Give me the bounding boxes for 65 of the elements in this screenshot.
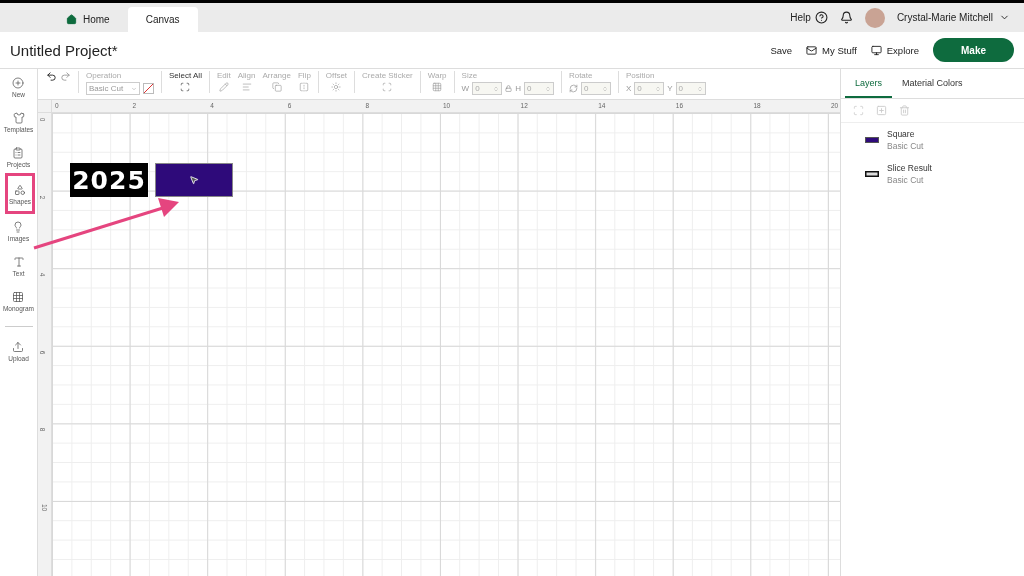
- design-object[interactable]: 2025: [70, 163, 148, 197]
- align-icon[interactable]: [241, 82, 252, 92]
- pencil-icon[interactable]: [218, 82, 229, 92]
- stepper-icon: [696, 85, 703, 92]
- color-swatch[interactable]: [143, 83, 154, 94]
- square-shape[interactable]: [155, 163, 233, 197]
- header-button[interactable]: My Stuff: [806, 44, 857, 56]
- user-menu[interactable]: Crystal-Marie Mitchell: [896, 12, 1010, 23]
- rotate-icon: [568, 84, 578, 93]
- cursor-icon: [189, 175, 199, 185]
- tool-label: Size: [461, 71, 479, 80]
- tool-label: Create Sticker: [362, 71, 413, 80]
- panel-tab[interactable]: Layers: [845, 69, 892, 98]
- nav-tab[interactable]: Home: [48, 7, 128, 32]
- avatar[interactable]: [864, 7, 885, 28]
- layer-operation: Basic Cut: [887, 141, 924, 151]
- tool-label: Flip: [297, 71, 311, 80]
- panel-tab[interactable]: Material Colors: [892, 69, 973, 98]
- tool-label: Rotate: [568, 71, 594, 80]
- help-link[interactable]: Help: [790, 11, 828, 24]
- header-button[interactable]: Explore: [870, 44, 919, 56]
- make-button[interactable]: Make: [933, 38, 1014, 62]
- project-title: Untitled Project*: [10, 41, 118, 59]
- stepper-icon: [493, 85, 500, 92]
- help-icon: [814, 11, 828, 24]
- tool-label: Position: [625, 71, 656, 80]
- shirt-icon: [12, 112, 25, 124]
- undo-icon[interactable]: [46, 71, 57, 82]
- clipboard-icon: [12, 147, 25, 159]
- upload-icon: [12, 341, 25, 353]
- trash-icon[interactable]: [899, 105, 910, 116]
- lock-icon[interactable]: [505, 85, 513, 92]
- layer-name: Square: [887, 129, 916, 139]
- caret-icon: [131, 85, 137, 92]
- tool-label: Arrange: [262, 71, 291, 80]
- nav-tab[interactable]: Canvas: [127, 7, 198, 32]
- mail-icon: [806, 44, 818, 56]
- layer-thumbnail: [865, 171, 879, 177]
- axis-label: W: [461, 84, 470, 93]
- stepper-icon: [655, 85, 662, 92]
- axis-label: X: [625, 84, 632, 93]
- text-icon: [12, 256, 25, 268]
- tool-label: Align: [237, 71, 256, 80]
- offset-icon[interactable]: [331, 82, 342, 92]
- house-icon: [66, 14, 77, 25]
- flip-icon[interactable]: [299, 82, 310, 92]
- tool-label: Edit: [216, 71, 231, 80]
- tool-label: Select All: [169, 71, 202, 80]
- arrange-icon[interactable]: [271, 82, 282, 92]
- tool-label: Operation: [86, 71, 123, 80]
- duplicate-icon[interactable]: [876, 105, 887, 116]
- stepper-icon: [601, 85, 608, 92]
- layer-operation: Basic Cut: [887, 175, 925, 185]
- bell-icon[interactable]: [839, 11, 853, 24]
- select-all-icon[interactable]: [180, 82, 191, 92]
- stepper-icon: [544, 85, 551, 92]
- axis-label: H: [515, 84, 521, 93]
- shapes-icon: [14, 184, 26, 196]
- layer-name: Slice Result: [887, 163, 932, 173]
- axis-label: Y: [667, 84, 673, 93]
- plus-icon: [12, 77, 25, 89]
- header-button[interactable]: Save: [770, 44, 793, 56]
- tool-label: Warp: [427, 71, 447, 80]
- monitor-icon: [870, 44, 882, 56]
- tool-label: Offset: [325, 71, 348, 80]
